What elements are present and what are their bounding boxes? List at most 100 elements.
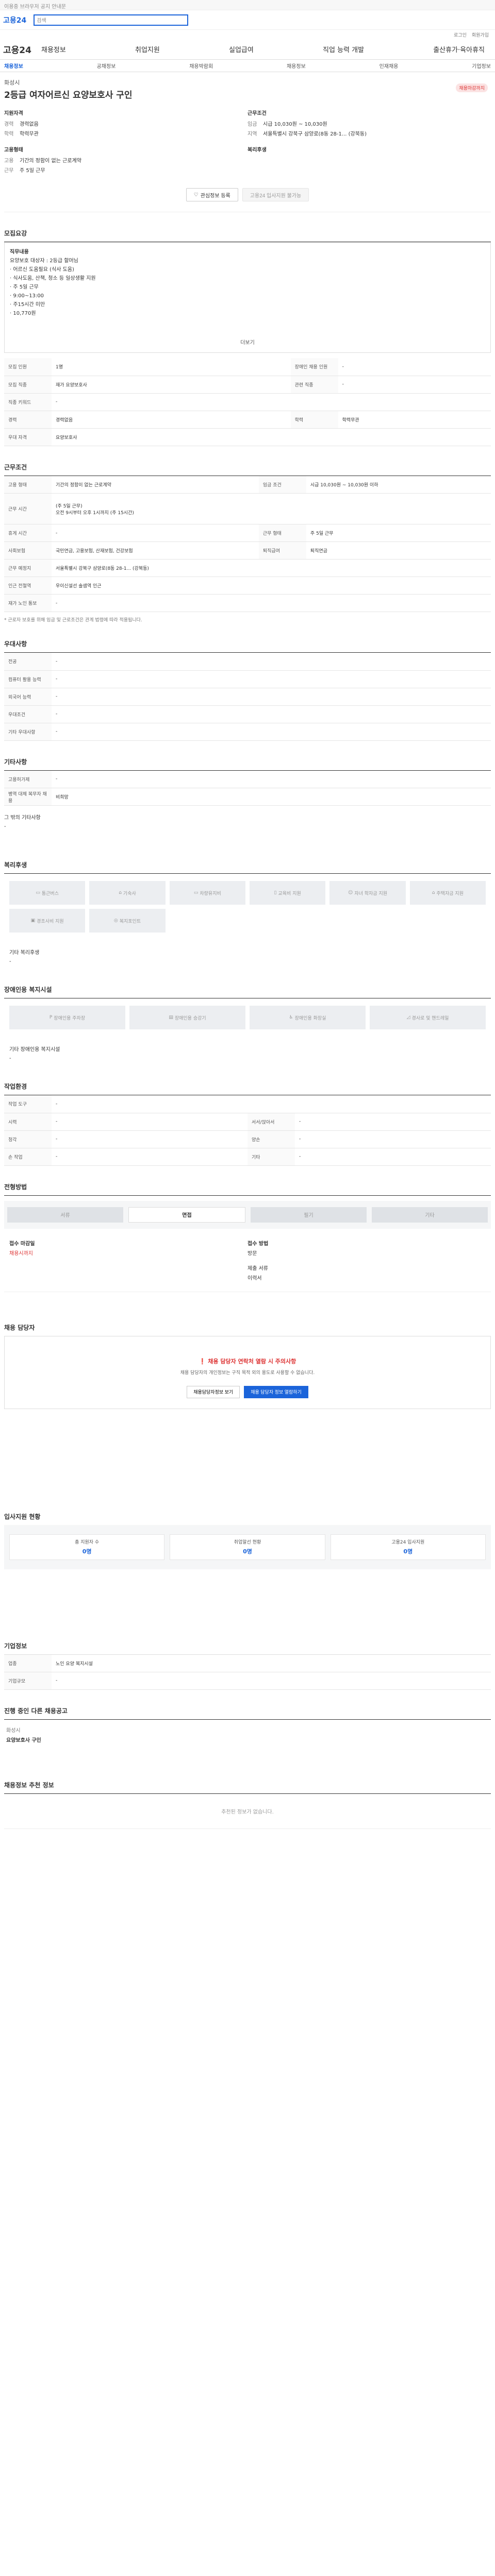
cell-key: 업종 <box>4 1654 52 1672</box>
content-line: · 식사도움, 산책, 청소 등 일상생활 지원 <box>10 276 96 281</box>
job-actions: ♡ 관심정보 등록 고용24 입사지원 불가능 <box>4 188 491 212</box>
login-link[interactable]: 로그인 <box>454 31 467 38</box>
welfare-item: ▭ 차량유지비 <box>169 881 245 905</box>
summary-left-title2: 고용형태 <box>4 147 23 153</box>
section-title: 기업정보 <box>4 1642 27 1650</box>
lnb-item-6[interactable]: 기업정보 <box>472 62 491 70</box>
top-bar: 고용24 검색 <box>0 10 495 30</box>
method-label: 접수 방법 <box>248 1241 269 1247</box>
cell-key: 외국어 능력 <box>4 688 52 706</box>
section-title: 채용정보 추천 정보 <box>4 1781 491 1794</box>
related-card[interactable]: 화성시 요양보호사 구인 <box>4 1720 491 1750</box>
summary-value: 시급 10,030원 ~ 10,030원 <box>263 122 327 127</box>
cell-key: 양손 <box>248 1130 295 1148</box>
cell-key: 경력 <box>4 411 52 429</box>
section-contact: 채용 담당자 ❗ 채용 담당자 연락처 열람 시 주의사항 채용 담당자의 개인… <box>4 1323 491 1409</box>
section-title: 모집요강 <box>4 229 491 242</box>
summary-key: 학력 <box>4 131 14 137</box>
contact-view-button[interactable]: 채용담당자정보 보기 <box>187 1385 240 1398</box>
stat-value: 0명 <box>403 1548 413 1555</box>
cell-value: 서울특별시 강북구 삼양로(8동 28-1... (강북동) <box>52 559 491 577</box>
cell-value: 우이신설선 솔샘역 인근 <box>52 577 491 595</box>
gnb-item-benefit[interactable]: 실업급여 <box>229 44 254 54</box>
contact-open-button[interactable]: 채용 담당자 정보 열람하기 <box>244 1385 308 1398</box>
gnb-brand[interactable]: 고용24 <box>3 43 41 56</box>
cell-key: 직종 키워드 <box>4 393 52 411</box>
cell-key: 기타 <box>248 1148 295 1166</box>
gnb-item-leave[interactable]: 출산휴가·육아휴직 <box>433 44 485 54</box>
other-extra-title: 그 밖의 기타사항 <box>4 815 41 821</box>
summary-right-title: 근무조건 <box>248 111 267 116</box>
process-step: 기타 <box>372 1207 488 1223</box>
disability-label: 장애인용 승강기 <box>174 1015 206 1021</box>
welfare-label: 차량유지비 <box>200 891 221 896</box>
site-logo[interactable]: 고용24 <box>3 15 26 25</box>
welfare-label: 통근버스 <box>41 891 59 896</box>
other-table: 고용허가제 - 병역 대체 복무자 채용 비희망 <box>4 770 491 806</box>
summary-value: 기간의 정함이 없는 근로계약 <box>20 158 81 164</box>
summary-left-title: 지원자격 <box>4 111 23 116</box>
stat-card: 취업알선 현황 0명 <box>170 1534 325 1560</box>
stat-label: 취업알선 현황 <box>234 1540 261 1546</box>
stat-card: 총 지원자 수 0명 <box>9 1534 165 1560</box>
car-icon: ▭ <box>193 890 199 895</box>
welfare-other-value: - <box>9 959 11 964</box>
disability-other-label: 기타 장애인용 복지시설 <box>9 1047 60 1053</box>
cell-key: 퇴직급여 <box>258 541 306 560</box>
stat-card: 고용24 입사지원 0명 <box>330 1534 486 1560</box>
cell-key: 컴퓨터 활용 능력 <box>4 670 52 688</box>
lnb-item-1[interactable]: 채용정보 <box>4 62 23 70</box>
process-steps: 서류 면접 필기 기타 <box>4 1200 491 1229</box>
summary-value: 경력없음 <box>20 122 39 127</box>
disability-item: P 장애인용 주차장 <box>9 1006 125 1029</box>
lnb-item-4[interactable]: 채용정보 <box>287 62 306 70</box>
welfare-label: 교육비 지원 <box>278 891 301 896</box>
doc-value: 이력서 <box>248 1275 262 1281</box>
cell-value: - <box>52 594 491 612</box>
welfare-label: 복지포인트 <box>119 919 141 924</box>
cell-key: 시력 <box>4 1113 52 1131</box>
content-line: · 9:00~13:00 <box>10 293 44 299</box>
section-title: 근무조건 <box>4 463 491 476</box>
cell-key: 서서/앉아서 <box>248 1113 295 1131</box>
house-icon: ⌂ <box>119 890 122 895</box>
search-box[interactable]: 검색 <box>34 14 189 26</box>
lnb-item-5[interactable]: 인재채용 <box>380 62 399 70</box>
disability-item: ◿ 경사로 및 핸드레일 <box>370 1006 486 1029</box>
signup-link[interactable]: 회원가입 <box>472 31 489 38</box>
content-line: · 주 5일 근무 <box>10 284 39 290</box>
cell-value: - <box>52 723 491 741</box>
process-step: 필기 <box>251 1207 367 1223</box>
welfare-item: ◎ 복지포인트 <box>89 909 166 933</box>
utility-links: 로그인 회원가입 <box>0 30 495 39</box>
cell-key: 작업 도구 <box>4 1095 52 1113</box>
apply-button[interactable]: 고용24 입사지원 불가능 <box>242 188 309 201</box>
welfare-label: 기숙사 <box>123 891 136 896</box>
cell-value: 요양보호사 <box>52 428 491 446</box>
cell-value: 주 5일 근무 <box>306 524 491 542</box>
disability-label: 장애인용 화장실 <box>294 1015 326 1021</box>
contact-box: ❗ 채용 담당자 연락처 열람 시 주의사항 채용 담당자의 개인정보는 구직 … <box>4 1335 491 1409</box>
content-line: 요양보호 대상자 : 2등급 할머님 <box>10 258 78 264</box>
gnb-item-training[interactable]: 직업 능력 개발 <box>323 44 364 54</box>
welfare-other-label: 기타 복리후생 <box>9 950 40 956</box>
section-title: 입사지원 현황 <box>4 1513 41 1520</box>
lnb-item-2[interactable]: 공채정보 <box>97 62 116 70</box>
lnb-item-3[interactable]: 채용박람회 <box>189 62 213 70</box>
summary-value: 주 5일 근무 <box>20 168 45 174</box>
section-content: 모집요강 직무내용 요양보호 대상자 : 2등급 할머님 · 어르신 도움필요 … <box>4 229 491 446</box>
more-button[interactable]: 더보기 <box>10 338 485 347</box>
like-button[interactable]: ♡ 관심정보 등록 <box>186 188 238 201</box>
gnb-item-jobs[interactable]: 채용정보 <box>41 44 66 54</box>
section-apply-stats: 입사지원 현황 총 지원자 수 0명 취업알선 현황 0명 고용24 입사지원 0명 <box>4 1512 491 1569</box>
cell-value: 퇴직연금 <box>306 541 491 560</box>
section-disability: 장애인용 복지시설 P 장애인용 주차장 ▤ 장애인용 승강기 ♿ 장애인용 화장실 … <box>4 985 491 1061</box>
cell-value: 시급 10,030원 ~ 10,030원 이하 <box>306 476 491 494</box>
summary-key: 경력 <box>4 122 14 127</box>
summary-value: 서울특별시 강북구 삼양로(8동 28-1... (강북동) <box>263 131 367 137</box>
method-value: 방문 <box>248 1250 257 1257</box>
apply-label: 고용24 입사지원 불가능 <box>250 193 302 199</box>
gnb-item-support[interactable]: 취업지원 <box>135 44 160 54</box>
job-header: 화성시 2등급 여자어르신 요양보호사 구인 채용마감까지 <box>4 72 491 100</box>
section-process: 전형방법 서류 면접 필기 기타 접수 마감일 채용시까지 접수 방법 방문 제… <box>4 1182 491 1292</box>
